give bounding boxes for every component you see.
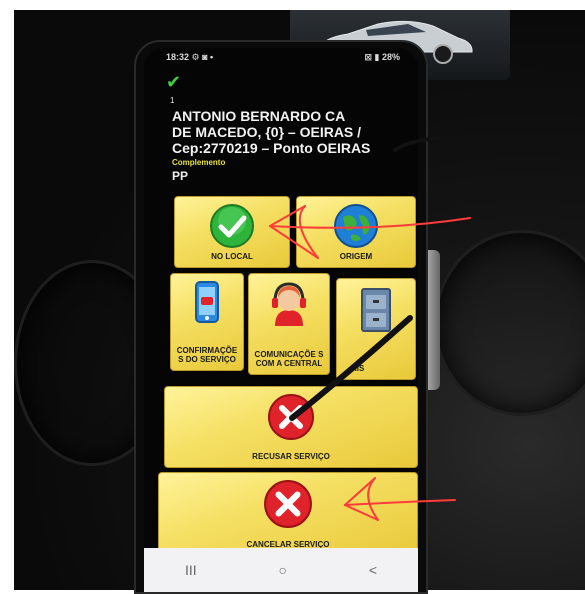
address-line-3: Cep:2770219 – Ponto OEIRAS bbox=[172, 140, 371, 156]
globe-icon bbox=[334, 204, 378, 248]
status-bar: 18:32 ⚙ ◙ • ⊠ ▮ 28% bbox=[166, 52, 400, 66]
air-vent-right bbox=[434, 230, 585, 416]
status-time: 18:32 bbox=[166, 52, 190, 62]
check-icon[interactable]: ✔ bbox=[166, 72, 181, 93]
recusar-servico-button[interactable]: RECUSAR SERVIÇO bbox=[164, 386, 418, 468]
origem-button[interactable]: ORIGEM bbox=[296, 196, 416, 268]
recusar-servico-label: RECUSAR SERVIÇO bbox=[252, 452, 330, 461]
operator-headset-icon bbox=[272, 282, 306, 326]
historico-button[interactable]: HIS bbox=[336, 278, 416, 380]
status-right: ⊠ ▮ 28% bbox=[364, 52, 400, 66]
service-address: ANTONIO BERNARDO CA DE MACEDO, {0} – OEI… bbox=[172, 108, 418, 156]
recent-apps-button[interactable]: III bbox=[185, 562, 197, 578]
no-local-button[interactable]: NO LOCAL bbox=[174, 196, 290, 268]
origem-label: ORIGEM bbox=[339, 252, 373, 261]
historico-label: HIS bbox=[351, 364, 365, 373]
complemento-label: Complemento bbox=[172, 158, 226, 167]
confirmacoes-servico-label: CONFIRMAÇÕE S DO SERVIÇO bbox=[176, 346, 238, 364]
cancelar-servico-button[interactable]: CANCELAR SERVIÇO bbox=[158, 472, 418, 556]
check-count: 1 bbox=[170, 96, 175, 105]
confirmacoes-servico-button[interactable]: CONFIRMAÇÕE S DO SERVIÇO bbox=[170, 273, 244, 371]
close-icon bbox=[268, 394, 314, 440]
status-left: 18:32 ⚙ ◙ • bbox=[166, 52, 213, 66]
no-local-label: NO LOCAL bbox=[211, 252, 253, 261]
address-line-1: ANTONIO BERNARDO CA bbox=[172, 108, 346, 124]
status-indicators: ⚙ ◙ • bbox=[191, 52, 214, 62]
signal-icon: ⊠ ▮ bbox=[364, 52, 380, 62]
smartphone: 18:32 ⚙ ◙ • ⊠ ▮ 28% ✔ 1 ANTONIO BERNARDO… bbox=[134, 40, 428, 594]
address-line-2: DE MACEDO, {0} – OEIRAS / bbox=[172, 124, 362, 140]
phone-screen: 18:32 ⚙ ◙ • ⊠ ▮ 28% ✔ 1 ANTONIO BERNARDO… bbox=[144, 48, 418, 592]
comunicacoes-central-label: COMUNICAÇÕE S COM A CENTRAL bbox=[254, 350, 324, 368]
back-button[interactable]: < bbox=[369, 562, 377, 578]
complemento-value: PP bbox=[172, 169, 189, 183]
phone-car-icon bbox=[195, 281, 219, 323]
home-button[interactable]: ○ bbox=[279, 562, 287, 578]
battery-level: 28% bbox=[381, 52, 400, 62]
check-icon bbox=[210, 204, 254, 248]
close-icon bbox=[264, 480, 312, 528]
android-nav-bar: III ○ < bbox=[144, 548, 418, 592]
file-cabinet-icon bbox=[361, 288, 391, 332]
comunicacoes-central-button[interactable]: COMUNICAÇÕE S COM A CENTRAL bbox=[248, 273, 330, 375]
